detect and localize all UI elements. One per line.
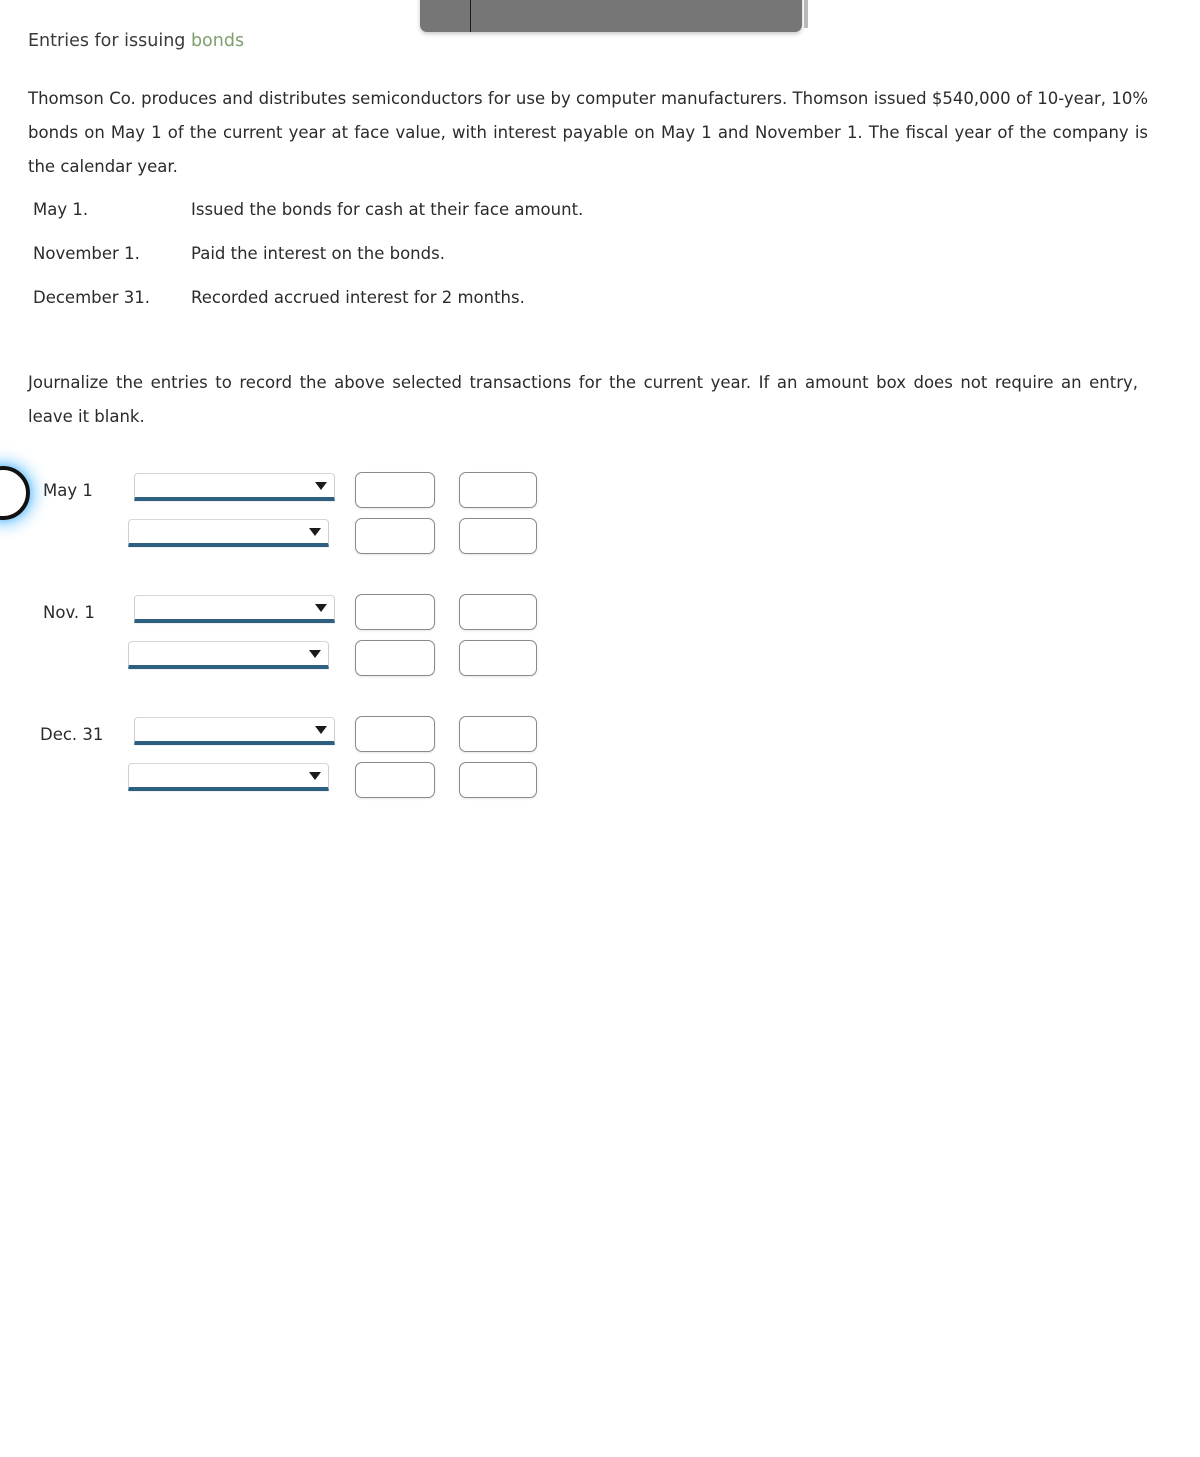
- chevron-down-icon: [309, 528, 321, 536]
- journal-line: [0, 640, 600, 678]
- credit-amount-value: [460, 473, 536, 481]
- debit-amount-value: [356, 717, 434, 725]
- credit-amount-value: [460, 595, 536, 603]
- chevron-down-icon: [315, 482, 327, 490]
- debit-amount-input[interactable]: [355, 594, 435, 630]
- chevron-down-icon: [315, 726, 327, 734]
- transaction-list: May 1. Issued the bonds for cash at thei…: [33, 200, 583, 332]
- toolbar-right-edge: [804, 0, 808, 28]
- transaction-date: November 1.: [33, 244, 140, 263]
- debit-amount-value: [356, 519, 434, 527]
- debit-amount-value: [356, 473, 434, 481]
- transaction-row: November 1. Paid the interest on the bon…: [33, 244, 583, 288]
- debit-amount-value: [356, 763, 434, 771]
- credit-amount-input[interactable]: [459, 640, 537, 676]
- debit-amount-input[interactable]: [355, 716, 435, 752]
- debit-amount-input[interactable]: [355, 472, 435, 508]
- transaction-description: Recorded accrued interest for 2 months.: [191, 288, 525, 307]
- chevron-down-icon: [309, 772, 321, 780]
- account-select[interactable]: [128, 641, 329, 669]
- account-select[interactable]: [128, 519, 329, 547]
- account-select[interactable]: [134, 595, 335, 623]
- credit-amount-input[interactable]: [459, 594, 537, 630]
- transaction-date: December 31.: [33, 288, 151, 307]
- transaction-date: May 1.: [33, 200, 89, 219]
- instruction-paragraph: Journalize the entries to record the abo…: [28, 373, 1138, 426]
- account-select[interactable]: [134, 717, 335, 745]
- debit-amount-input[interactable]: [355, 518, 435, 554]
- journal-row-group-nov-1: Nov. 1: [0, 594, 600, 678]
- toolbar-divider: [470, 0, 471, 32]
- debit-amount-input[interactable]: [355, 762, 435, 798]
- account-select[interactable]: [128, 763, 329, 791]
- page-title: Entries for issuing bonds: [28, 31, 244, 52]
- top-toolbar-artifact: [420, 0, 802, 32]
- credit-amount-value: [460, 763, 536, 771]
- chevron-down-icon: [309, 650, 321, 658]
- transaction-description: Paid the interest on the bonds.: [191, 244, 445, 263]
- credit-amount-input[interactable]: [459, 716, 537, 752]
- debit-amount-value: [356, 641, 434, 649]
- journal-line: [0, 594, 600, 632]
- credit-amount-input[interactable]: [459, 518, 537, 554]
- problem-intro-paragraph: Thomson Co. produces and distributes sem…: [28, 89, 1148, 176]
- debit-amount-input[interactable]: [355, 640, 435, 676]
- transaction-row: May 1. Issued the bonds for cash at thei…: [33, 200, 583, 244]
- journal-line: [0, 716, 600, 754]
- journal-line: [0, 762, 600, 800]
- journal-row-group-may-1: May 1: [0, 472, 600, 556]
- journal-line: [0, 518, 600, 556]
- debit-amount-value: [356, 595, 434, 603]
- journal-line: [0, 472, 600, 510]
- journal-row-group-dec-31: Dec. 31: [0, 716, 600, 800]
- credit-amount-value: [460, 717, 536, 725]
- account-select[interactable]: [134, 473, 335, 501]
- chevron-down-icon: [315, 604, 327, 612]
- transaction-row: December 31. Recorded accrued interest f…: [33, 288, 583, 332]
- credit-amount-input[interactable]: [459, 762, 537, 798]
- credit-amount-value: [460, 641, 536, 649]
- toolbar-body: [420, 0, 802, 32]
- journal-entry-form: May 1 Nov. 1 Dec. 31: [0, 472, 600, 800]
- credit-amount-input[interactable]: [459, 472, 537, 508]
- page-title-prefix: Entries for issuing: [28, 31, 191, 51]
- transaction-description: Issued the bonds for cash at their face …: [191, 200, 584, 219]
- credit-amount-value: [460, 519, 536, 527]
- page-title-keyword: bonds: [190, 31, 245, 51]
